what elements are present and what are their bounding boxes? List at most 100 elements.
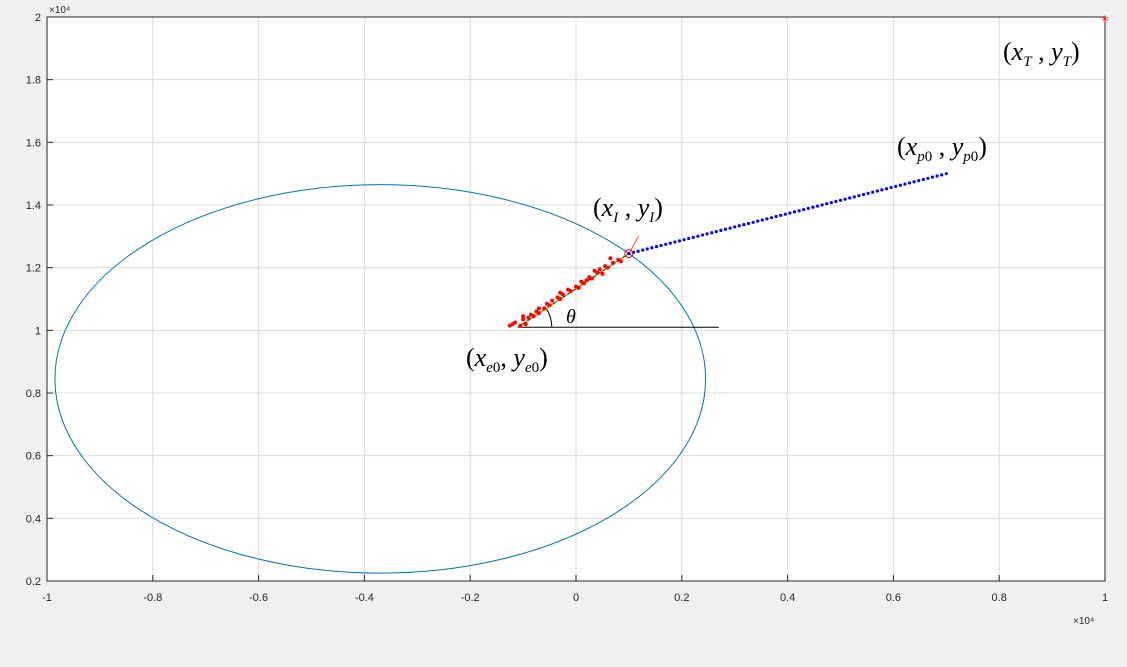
- pursuer-point: [756, 219, 760, 223]
- pursuer-point: [921, 177, 925, 182]
- y-tick-label: 1: [35, 325, 41, 337]
- pursuer-point: [857, 194, 861, 198]
- pursuer-point: [907, 181, 912, 185]
- evader-point: [560, 292, 565, 297]
- y-tick-label: 1.6: [26, 137, 41, 149]
- evader-point: [526, 315, 531, 320]
- pursuer-point: [820, 203, 824, 207]
- y-tick-label: 1.2: [26, 263, 41, 275]
- pursuer-point: [871, 190, 875, 194]
- x-tick-label: 0.4: [780, 592, 795, 604]
- evader-point: [518, 323, 523, 328]
- pursuer-point: [705, 232, 709, 236]
- pursuer-point: [700, 233, 705, 237]
- evader-point: [536, 311, 541, 316]
- x-tick-label: -0.4: [355, 592, 374, 604]
- evader-point: [618, 259, 623, 264]
- pursuer-point: [811, 205, 815, 209]
- pursuer-point: [829, 201, 833, 205]
- pursuer-point: [880, 188, 884, 192]
- evader-point: [605, 265, 610, 270]
- pursuer-point: [875, 189, 879, 193]
- pursuer-point: [898, 183, 902, 187]
- pursuer-point: [848, 196, 852, 200]
- evader-point: [589, 276, 594, 281]
- pursuer-point: [797, 209, 801, 213]
- x-tick-label: -1: [42, 592, 52, 604]
- pursuer-point: [696, 234, 700, 238]
- evader-point: [597, 267, 602, 272]
- x-tick-labels: -1 -0.8 -0.6 -0.4 -0.2 0 0.2 0.4 0.6 0.8 1: [42, 592, 1108, 604]
- pursuer-point: [654, 245, 659, 249]
- evader-point: [513, 320, 518, 325]
- pursuer-point: [834, 199, 838, 204]
- angle-theta-label: θ: [566, 306, 576, 328]
- evader-point: [523, 322, 528, 327]
- pursuer-point: [691, 235, 695, 239]
- pursuer-point: [926, 176, 930, 180]
- y-tick-label: 2: [35, 12, 41, 24]
- x-tick-label: -0.2: [461, 592, 480, 604]
- pursuer-point: [760, 218, 764, 222]
- pursuer-point: [710, 231, 714, 235]
- evader-point: [576, 286, 581, 291]
- evader-point: [581, 281, 586, 286]
- pursuer-point: [792, 210, 797, 214]
- pursuer-point: [825, 202, 829, 206]
- evader-point: [531, 314, 536, 319]
- evader-point: [584, 278, 589, 283]
- y-tick-label: 0.2: [26, 576, 41, 588]
- pursuer-point: [728, 226, 732, 230]
- pursuer-point: [779, 213, 783, 217]
- pursuer-point: [861, 192, 866, 197]
- pursuer-point: [645, 247, 649, 251]
- pursuer-point: [682, 238, 686, 242]
- pursuer-point: [673, 240, 677, 244]
- x-tick-label: 0.6: [886, 592, 901, 604]
- evader-point: [608, 256, 613, 261]
- evader-point: [542, 306, 547, 311]
- evader-point: [550, 298, 555, 303]
- evader-point: [600, 271, 605, 276]
- y-tick-label: 1.8: [26, 75, 41, 87]
- y-tick-label: 1.4: [26, 200, 41, 212]
- pursuer-point: [714, 229, 718, 234]
- pursuer-point: [917, 179, 921, 183]
- pursuer-point: [802, 207, 806, 212]
- pursuer-point: [935, 174, 939, 178]
- pursuer-point: [664, 242, 668, 246]
- pursuer-point: [641, 248, 645, 252]
- x-tick-label: 0.8: [992, 592, 1007, 604]
- pursuer-point: [668, 241, 672, 245]
- x-tick-label: -0.8: [143, 592, 162, 604]
- pursuer-point: [719, 228, 723, 233]
- evader-point: [558, 297, 563, 301]
- pursuer-point: [636, 249, 640, 253]
- pursuer-point: [852, 195, 856, 199]
- pursuer-point: [774, 214, 778, 219]
- y-tick-label: 0.4: [26, 513, 41, 525]
- y-tick-label: 0.6: [26, 451, 41, 463]
- pursuer-point: [815, 204, 820, 208]
- pursuer-point: [742, 223, 746, 227]
- pursuer-point: [765, 217, 769, 221]
- pursuer-point: [751, 220, 755, 224]
- x-exponent-label: ×10⁴: [1073, 616, 1094, 627]
- evader-point: [568, 289, 573, 294]
- x-tick-label: 0.2: [674, 592, 689, 604]
- pursuer-point: [889, 185, 893, 190]
- pursuer-point: [733, 225, 737, 229]
- evader-point: [521, 314, 526, 319]
- pursuer-point: [723, 227, 728, 231]
- figure: -1 -0.8 -0.6 -0.4 -0.2 0 0.2 0.4 0.6 0.8 1 0.20.40…: [26, 5, 1109, 627]
- x-tick-label: 1: [1102, 592, 1108, 604]
- pursuer-point: [627, 251, 631, 256]
- evader-point: [536, 306, 541, 311]
- pursuer-point: [940, 173, 944, 177]
- pursuer-point: [650, 246, 654, 250]
- y-exponent-label: ×10⁴: [49, 5, 70, 16]
- pursuer-point: [687, 236, 691, 241]
- pursuer-point: [737, 224, 741, 228]
- pursuer-point: [944, 172, 948, 176]
- pursuer-point: [838, 198, 843, 202]
